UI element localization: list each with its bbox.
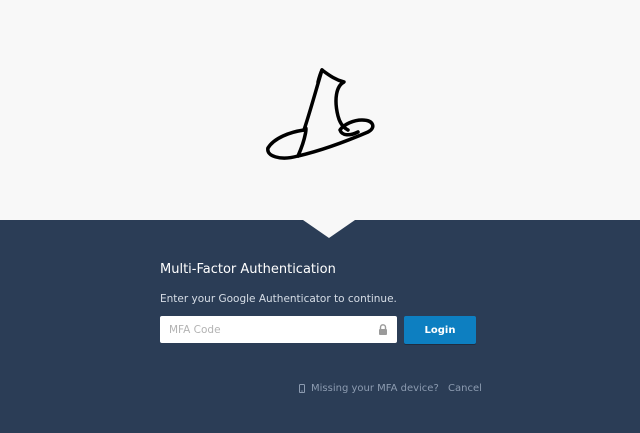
cancel-link[interactable]: Cancel xyxy=(448,383,482,394)
instructions-text: Enter your Google Authenticator to conti… xyxy=(160,293,397,305)
header-pointer xyxy=(303,220,355,238)
missing-mfa-device-label: Missing your MFA device? xyxy=(311,383,439,394)
login-button[interactable]: Login xyxy=(404,316,476,344)
mfa-code-field xyxy=(160,316,397,343)
header-banner xyxy=(0,0,640,220)
missing-mfa-device-link[interactable]: Missing your MFA device? xyxy=(299,383,439,394)
mfa-page: Multi-Factor Authentication Enter your G… xyxy=(0,0,640,433)
phone-icon xyxy=(299,384,305,393)
wizard-hat-icon xyxy=(266,68,375,160)
mfa-code-input[interactable] xyxy=(160,316,397,343)
lock-icon xyxy=(379,324,387,335)
page-title: Multi-Factor Authentication xyxy=(160,262,336,277)
